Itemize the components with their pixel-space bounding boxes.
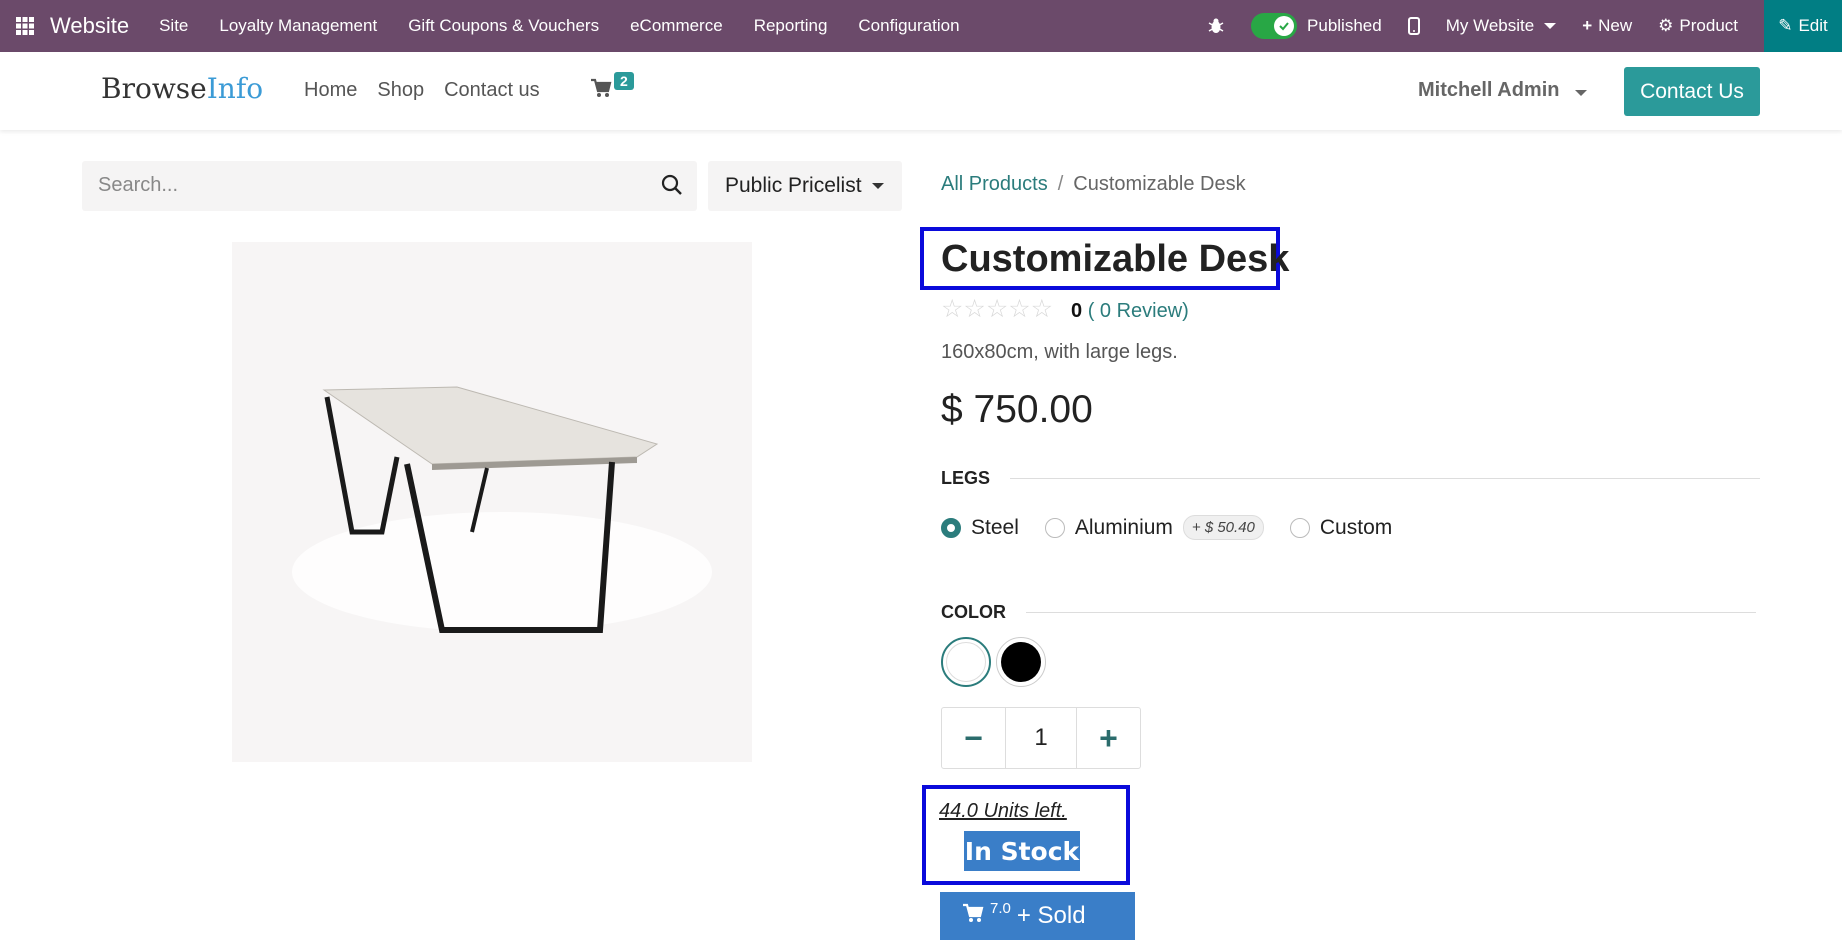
divider	[1026, 612, 1756, 613]
check-icon	[1274, 16, 1295, 36]
product-description: 160x80cm, with large legs.	[941, 341, 1178, 363]
product-price: $ 750.00	[941, 388, 1093, 431]
menu-item-configuration[interactable]: Configuration	[858, 16, 959, 36]
debug-bug-icon[interactable]	[1207, 17, 1225, 35]
website-switcher-label: My Website	[1445, 16, 1535, 35]
quantity-stepper: − 1 +	[941, 707, 1141, 769]
breadcrumb-all-products[interactable]: All Products	[941, 173, 1048, 195]
cart-count-badge: 2	[614, 72, 634, 90]
rating-count: 0	[1071, 300, 1083, 322]
color-swatch-white[interactable]	[941, 637, 991, 687]
website-switcher[interactable]: My Website	[1446, 16, 1557, 36]
legs-option-custom[interactable]: Custom	[1289, 515, 1393, 540]
quantity-minus-button[interactable]: −	[942, 708, 1005, 768]
menu-item-site[interactable]: Site	[159, 16, 188, 36]
legs-option-label: Aluminium	[1074, 515, 1173, 539]
swatch-fill	[1001, 642, 1041, 682]
edit-button[interactable]: ✎ Edit	[1764, 0, 1842, 52]
breadcrumb-separator: /	[1057, 173, 1064, 195]
gear-icon: ⚙	[1658, 16, 1674, 35]
cart-icon	[962, 902, 984, 930]
apps-menu-icon[interactable]	[0, 0, 50, 52]
menu-item-gift-coupons[interactable]: Gift Coupons & Vouchers	[408, 16, 599, 36]
nav-contact-us[interactable]: Contact us	[444, 79, 540, 102]
product-search-input[interactable]: Search...	[82, 161, 697, 211]
color-options	[941, 637, 1051, 687]
pricelist-dropdown[interactable]: Public Pricelist	[708, 161, 902, 211]
nav-shop[interactable]: Shop	[377, 79, 424, 102]
legs-option-label: Steel	[971, 515, 1019, 539]
logo-text-accent: Info	[206, 72, 264, 105]
contact-us-button[interactable]: Contact Us	[1624, 67, 1760, 116]
menu-item-loyalty[interactable]: Loyalty Management	[219, 16, 377, 36]
cart-icon	[590, 78, 612, 103]
radio[interactable]	[1044, 517, 1065, 538]
product-title: Customizable Desk	[941, 238, 1290, 280]
new-button[interactable]: + New	[1582, 16, 1632, 36]
legs-option-steel[interactable]: Steel	[941, 516, 1019, 540]
breadcrumb: All Products / Customizable Desk	[941, 173, 1246, 196]
chevron-down-icon	[1544, 23, 1557, 29]
user-menu[interactable]: Mitchell Admin	[1418, 79, 1588, 102]
published-label: Published	[1307, 16, 1382, 35]
review-summary: 0 ( 0 Review)	[1071, 300, 1189, 323]
color-attribute-header: COLOR	[941, 602, 1756, 623]
color-swatch-black[interactable]	[996, 637, 1046, 687]
product-image[interactable]	[232, 242, 752, 762]
site-header: BrowseInfo Home Shop Contact us 2 Mitche…	[0, 52, 1842, 130]
user-name: Mitchell Admin	[1418, 79, 1560, 101]
sold-button[interactable]: 7.0 + Sold	[940, 892, 1135, 940]
pricelist-label: Public Pricelist	[725, 174, 862, 197]
plus-icon: +	[1582, 16, 1593, 35]
breadcrumb-current: Customizable Desk	[1073, 173, 1246, 195]
cart-link[interactable]: 2	[590, 72, 634, 104]
pencil-icon: ✎	[1778, 16, 1793, 35]
radio-selected[interactable]	[941, 517, 961, 538]
legs-option-aluminium[interactable]: Aluminium + $ 50.40	[1044, 515, 1264, 540]
quantity-plus-button[interactable]: +	[1077, 708, 1140, 768]
color-label: COLOR	[941, 602, 1006, 622]
logo-text-primary: Browse	[101, 72, 207, 105]
divider	[1010, 478, 1761, 479]
legs-attribute-header: LEGS	[941, 468, 1761, 489]
chevron-down-icon	[871, 183, 884, 189]
edit-label: Edit	[1798, 16, 1828, 35]
legs-label: LEGS	[941, 468, 991, 488]
radio[interactable]	[1289, 517, 1310, 538]
product-button[interactable]: ⚙ Product	[1658, 16, 1738, 36]
rating-stars-icon: ☆☆☆☆☆	[941, 295, 1054, 323]
product-label: Product	[1679, 16, 1738, 35]
quantity-input[interactable]: 1	[1005, 708, 1077, 768]
site-logo[interactable]: BrowseInfo	[101, 72, 263, 105]
legs-options: Steel Aluminium + $ 50.40 Custom	[941, 515, 1418, 540]
in-stock-badge: In Stock	[964, 831, 1080, 871]
price-extra-badge: + $ 50.40	[1182, 515, 1264, 540]
published-toggle[interactable]: Published	[1251, 13, 1382, 39]
admin-navbar: Website Site Loyalty Management Gift Cou…	[0, 0, 1842, 52]
new-label: New	[1598, 16, 1633, 35]
nav-home[interactable]: Home	[304, 79, 357, 102]
search-icon[interactable]	[661, 174, 683, 201]
sold-count: 7.0	[990, 899, 1011, 917]
menu-item-ecommerce[interactable]: eCommerce	[630, 16, 723, 36]
units-left: 44.0 Units left.	[939, 800, 1067, 822]
menu-item-reporting[interactable]: Reporting	[754, 16, 828, 36]
swatch-fill	[946, 642, 986, 682]
mobile-preview-icon[interactable]	[1407, 17, 1420, 35]
review-link[interactable]: ( 0 Review)	[1088, 300, 1189, 322]
search-placeholder: Search...	[98, 174, 179, 196]
chevron-down-icon	[1575, 90, 1588, 96]
app-name[interactable]: Website	[50, 13, 129, 39]
sold-label: + Sold	[1016, 902, 1086, 929]
admin-menu: Site Loyalty Management Gift Coupons & V…	[159, 16, 990, 36]
legs-option-label: Custom	[1319, 515, 1393, 539]
main-nav: Home Shop Contact us	[304, 79, 560, 102]
